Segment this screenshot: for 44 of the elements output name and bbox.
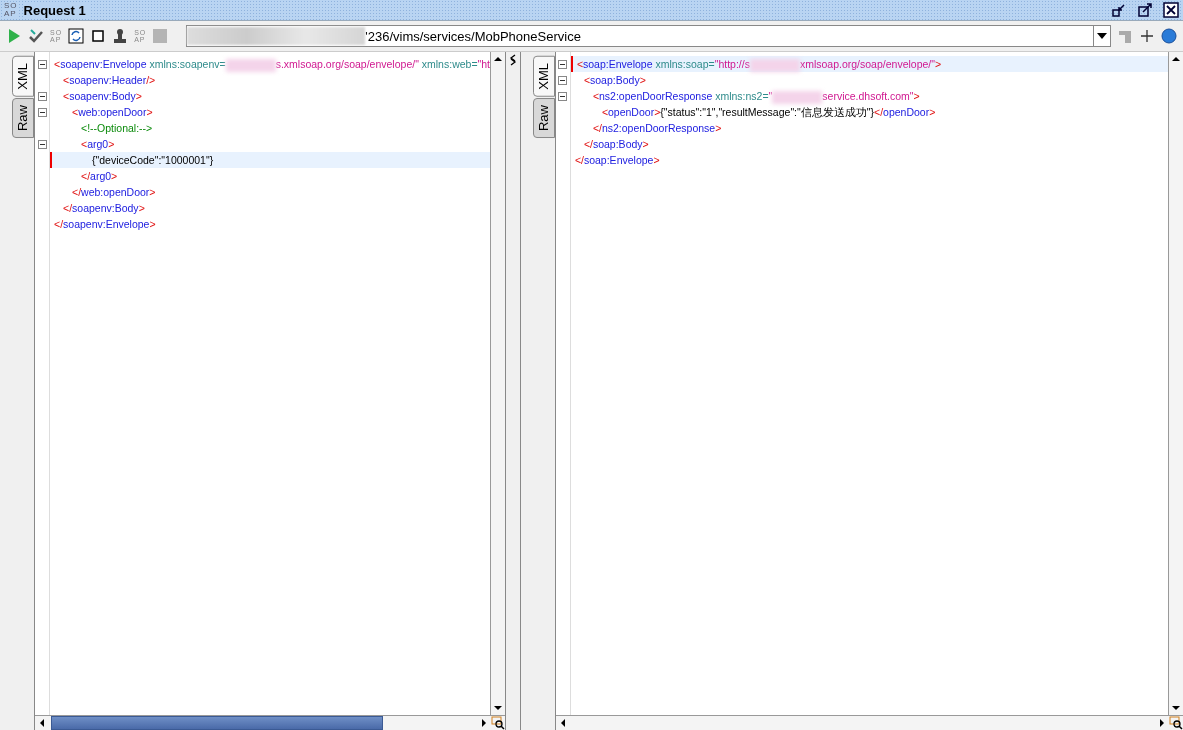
code-line: </soap:Body> — [582, 137, 650, 152]
code-line: <arg0> — [80, 137, 116, 152]
editor-tab[interactable]: XML — [532, 56, 555, 97]
collapse-icon[interactable] — [558, 75, 568, 85]
square-icon[interactable] — [90, 28, 107, 44]
code-line: <soapenv:Header/> — [62, 73, 157, 88]
code-line: </ns2:openDoorResponse> — [591, 121, 723, 136]
code-line: <!--Optional:--> — [80, 121, 154, 136]
close-icon[interactable] — [1163, 2, 1179, 18]
add-icon[interactable] — [1139, 28, 1155, 44]
collapse-icon[interactable] — [37, 91, 47, 101]
refresh-icon[interactable] — [68, 28, 85, 44]
code-line: <openDoor>{"status":"1","resultMessage":"信息发送成功"}</openDoor> — [600, 105, 937, 120]
code-line: <soapenv:Envelope xmlns:soapenv= s.xmlsoap.org/soap/envelope/" xmlns:web="ht — [53, 57, 490, 72]
collapse-icon[interactable] — [37, 139, 47, 149]
stamp-icon[interactable] — [112, 28, 129, 44]
code-line: </soap:Envelope> — [573, 153, 661, 168]
code-line: </soapenv:Envelope> — [53, 217, 157, 232]
code-line: <soap:Body> — [582, 73, 647, 88]
window-title: Request 1 — [23, 2, 90, 18]
maximize-icon[interactable] — [1137, 2, 1153, 18]
dropdown-icon[interactable] — [1097, 33, 1107, 39]
help-icon[interactable] — [1161, 28, 1177, 44]
code-line: <soapenv:Body> — [62, 89, 143, 104]
collapse-icon[interactable] — [37, 107, 47, 117]
code-line: <web:openDoor> — [71, 105, 154, 120]
editor-tab[interactable]: XML — [12, 56, 34, 97]
code-line: </arg0> — [80, 169, 119, 184]
zoom-icon[interactable] — [490, 716, 505, 730]
code-line: </soapenv:Body> — [62, 201, 146, 216]
endpoint-field[interactable]: '236/vims/services/MobPhoneService — [186, 25, 1111, 47]
app-logo: SO AP — [4, 2, 18, 18]
check-icon[interactable] — [28, 28, 44, 44]
collapse-icon[interactable] — [37, 59, 47, 69]
collapse-icon[interactable] — [558, 91, 568, 101]
scroll-thumb[interactable] — [51, 716, 383, 730]
editor-tab[interactable]: Raw — [532, 97, 555, 138]
splitter-arrows-icon[interactable] — [508, 54, 517, 66]
code-line: </web:openDoor> — [71, 185, 157, 200]
collapse-icon[interactable] — [558, 59, 568, 69]
editor-tab[interactable]: Raw — [12, 97, 34, 138]
restore-icon[interactable] — [1111, 2, 1127, 18]
zoom-icon[interactable] — [1169, 716, 1183, 730]
code-line: <ns2:openDoorResponse xmlns:ns2=" service.dhsoft.com"> — [591, 89, 921, 104]
